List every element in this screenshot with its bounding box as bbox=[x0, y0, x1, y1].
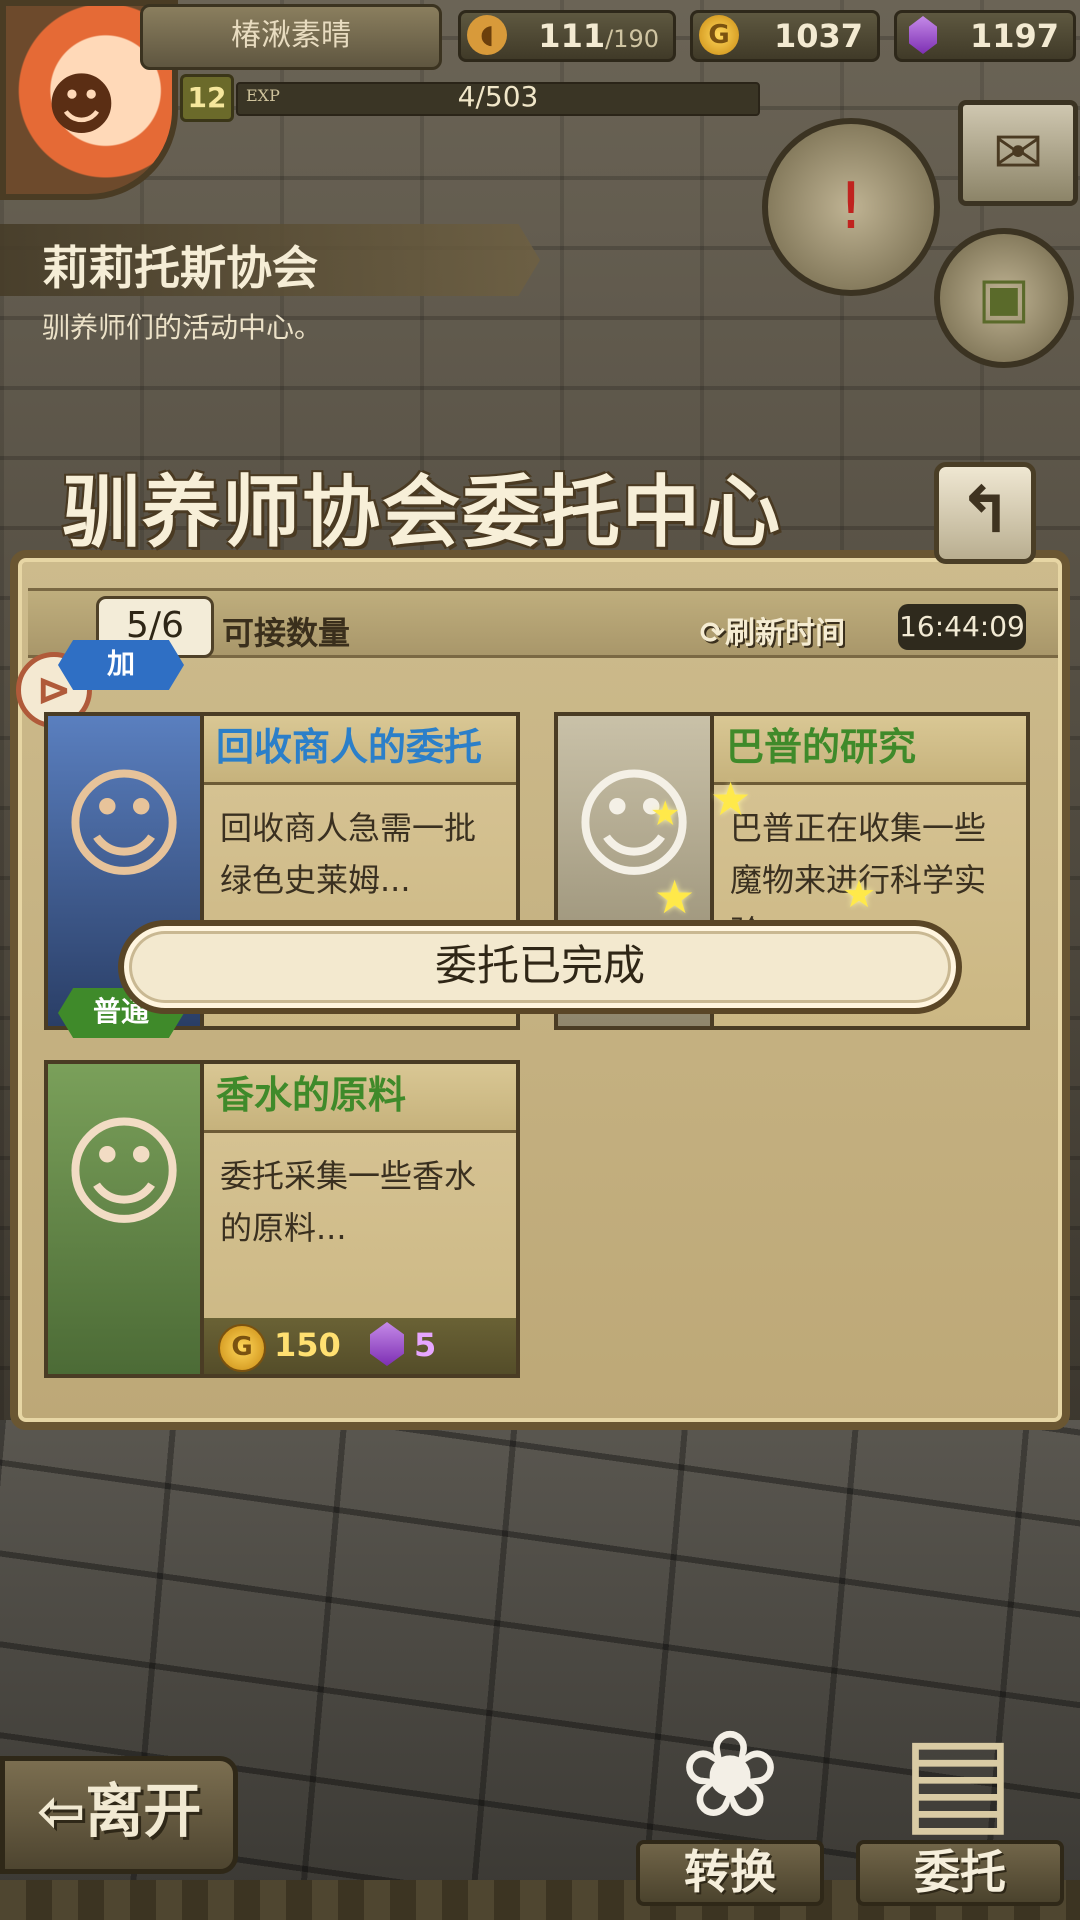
refresh-label: ⟳刷新时间 bbox=[700, 616, 846, 651]
player-name: 椿湫素晴 bbox=[140, 4, 442, 70]
player-level: 12 bbox=[180, 74, 234, 122]
sparkle-star-icon: ★ bbox=[842, 872, 877, 916]
quest-reward: G 150 5 bbox=[204, 1318, 516, 1374]
convert-button[interactable]: 转换 bbox=[636, 1840, 824, 1906]
reward-gems: 5 bbox=[414, 1326, 437, 1364]
quest-title: 回收商人的委托 bbox=[204, 716, 516, 785]
commission-board-icon[interactable]: ▤ bbox=[858, 1710, 1058, 1849]
exp-value: 4/503 bbox=[457, 80, 539, 113]
refresh-time: 16:44:09 bbox=[898, 604, 1026, 650]
back-button[interactable]: ↰ bbox=[934, 462, 1036, 564]
quest-body: 香水的原料 委托采集一些香水的原料... G 150 5 bbox=[200, 1060, 520, 1378]
gold-counter[interactable]: G 1037 bbox=[690, 10, 880, 62]
back-arrow-icon: ↰ bbox=[958, 474, 1012, 548]
girl-portrait-icon: ☺ bbox=[61, 1104, 187, 1243]
quest-tag: 加 bbox=[58, 640, 184, 690]
sparkle-star-icon: ★ bbox=[710, 772, 752, 826]
gold-coin-icon: G bbox=[699, 15, 739, 55]
quest-portrait-girl: ☺ bbox=[44, 1060, 204, 1378]
panel-title: 驯养师协会委托中心 bbox=[62, 467, 783, 558]
purple-gem-icon bbox=[903, 15, 943, 55]
quest-desc: 回收商人急需一批绿色史莱姆... bbox=[220, 809, 477, 899]
scroll-quest-icon: ! bbox=[838, 170, 864, 244]
sparkle-star-icon: ★ bbox=[650, 794, 681, 834]
quest-desc: 委托采集一些香水的原料... bbox=[220, 1157, 477, 1247]
stamina-value: 111 bbox=[538, 17, 606, 55]
reward-gold: 150 bbox=[274, 1326, 341, 1364]
mail-button[interactable]: ✉ bbox=[958, 100, 1078, 206]
gem-value: 1197 bbox=[969, 17, 1059, 55]
location-title: 莉莉托斯协会 bbox=[42, 241, 318, 295]
toast-message: 委托已完成 bbox=[118, 920, 962, 1014]
stamina-max: /190 bbox=[605, 25, 659, 53]
backpack-button[interactable]: ▣ bbox=[934, 228, 1074, 368]
stamina-counter[interactable]: ◖ 111/190 bbox=[458, 10, 676, 62]
gem-counter[interactable]: 1197 bbox=[894, 10, 1076, 62]
purple-gem-icon bbox=[370, 1322, 404, 1366]
quest-title: 巴普的研究 bbox=[714, 716, 1026, 785]
bread-icon: ◖ bbox=[467, 15, 507, 55]
left-arrow-icon: ⇦ bbox=[36, 1777, 86, 1845]
commission-button[interactable]: 委托 bbox=[856, 1840, 1064, 1906]
merchant-portrait-icon: ☺ bbox=[61, 756, 187, 895]
mail-icon: ✉ bbox=[992, 118, 1044, 188]
available-count-label: 可接数量 bbox=[222, 614, 351, 652]
location-subtitle: 驯养师们的活动中心。 bbox=[42, 311, 323, 344]
backpack-icon: ▣ bbox=[977, 265, 1031, 331]
gold-coin-icon: G bbox=[218, 1324, 266, 1372]
refresh-icon: ⟳ bbox=[700, 616, 726, 651]
quest-title: 香水的原料 bbox=[204, 1064, 516, 1133]
avatar-face-icon: ☻ bbox=[46, 66, 117, 145]
quest-scroll-button[interactable]: ! bbox=[762, 118, 940, 296]
sparkle-star-icon: ★ bbox=[654, 870, 696, 924]
gold-value: 1037 bbox=[773, 17, 863, 55]
leave-button[interactable]: ⇦离开 bbox=[0, 1756, 238, 1874]
convert-mascot-icon[interactable]: ❀ bbox=[630, 1706, 830, 1845]
exp-bar: EXP 4/503 bbox=[236, 80, 760, 116]
